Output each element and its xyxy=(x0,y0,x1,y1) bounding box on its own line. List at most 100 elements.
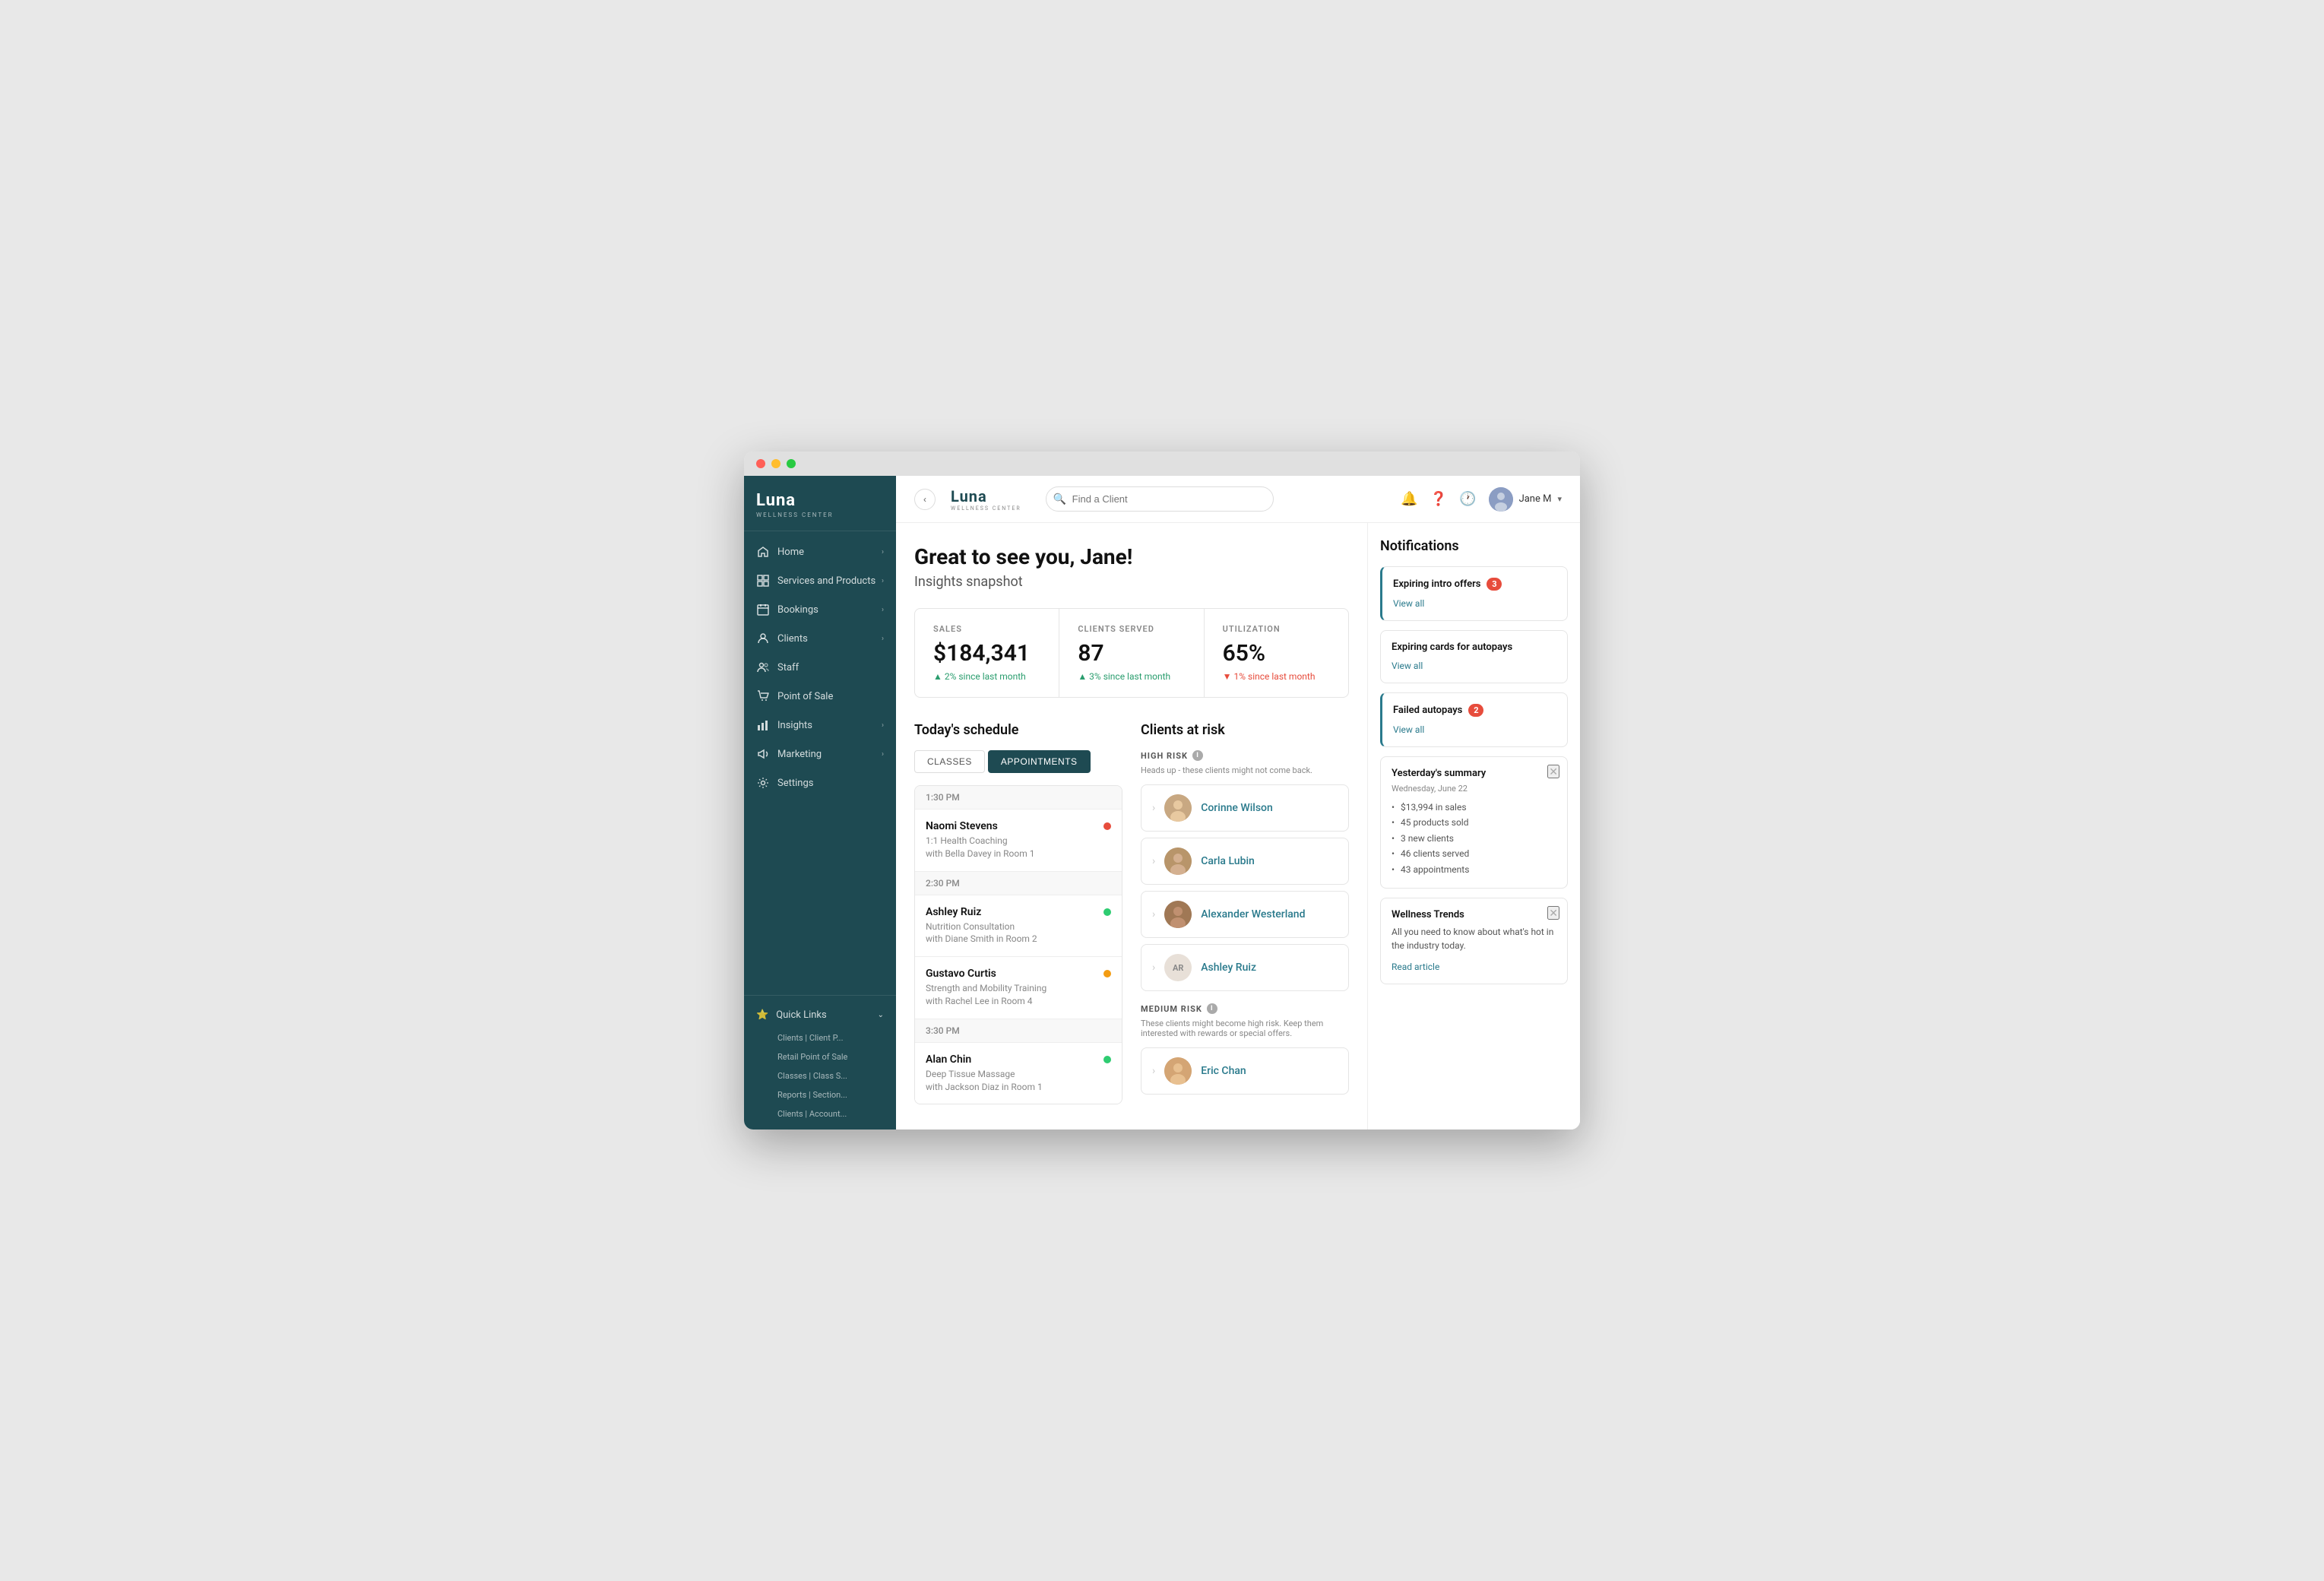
tab-classes[interactable]: CLASSES xyxy=(914,750,985,773)
header-logo-name: Luna xyxy=(951,487,1021,505)
notif-summary-title: Yesterday's summary xyxy=(1392,768,1556,779)
notif-date: Wednesday, June 22 xyxy=(1392,784,1556,794)
avatar xyxy=(1164,901,1192,928)
risk-client-name: Corinne Wilson xyxy=(1201,802,1273,814)
stat-clients-change: ▲ 3% since last month xyxy=(1078,671,1185,682)
sidebar-item-clients[interactable]: Clients › xyxy=(744,624,896,653)
risk-item-ashley-ruiz[interactable]: › AR Ashley Ruiz xyxy=(1141,944,1349,991)
quick-link-reports[interactable]: Reports | Section... xyxy=(744,1085,896,1104)
content-area: Great to see you, Jane! Insights snapsho… xyxy=(896,523,1580,1130)
chevron-right-icon: › xyxy=(1152,962,1155,974)
schedule-detail: Nutrition Consultation with Diane Smith … xyxy=(926,920,1103,946)
logo-name: Luna xyxy=(756,491,884,510)
browser-dot-green xyxy=(787,459,796,468)
help-icon[interactable]: ❓ xyxy=(1430,491,1447,507)
notif-view-all-link[interactable]: View all xyxy=(1393,598,1424,609)
notifications-bell-icon[interactable]: 🔔 xyxy=(1401,491,1417,507)
quick-link-account[interactable]: Clients | Account... xyxy=(744,1104,896,1123)
user-menu[interactable]: Jane M ▾ xyxy=(1489,487,1562,512)
chevron-right-icon: › xyxy=(882,635,884,643)
status-dot-green xyxy=(1103,1056,1111,1063)
chevron-right-icon: › xyxy=(1152,908,1155,920)
stat-sales: SALES $184,341 ▲ 2% since last month xyxy=(915,609,1059,697)
read-article-link[interactable]: Read article xyxy=(1392,962,1439,972)
bullet-appointments: 43 appointments xyxy=(1392,862,1556,877)
top-header: ‹ Luna WELLNESS CENTER 🔍 🔔 ❓ 🕐 xyxy=(896,476,1580,523)
risk-section: Clients at risk HIGH RISK i Heads up - t… xyxy=(1141,722,1349,1104)
sidebar-item-marketing[interactable]: Marketing › xyxy=(744,740,896,768)
schedule-item-ashley[interactable]: Ashley Ruiz Nutrition Consultation with … xyxy=(915,895,1122,958)
chevron-right-icon: › xyxy=(1152,855,1155,867)
high-risk-subtitle: Heads up - these clients might not come … xyxy=(1141,765,1349,775)
stat-util-label: UTILIZATION xyxy=(1223,624,1330,634)
chevron-right-icon: › xyxy=(882,577,884,585)
sidebar-item-settings[interactable]: Settings xyxy=(744,768,896,797)
user-dropdown-chevron: ▾ xyxy=(1557,494,1562,504)
risk-item-alexander[interactable]: › Alexander Westerland xyxy=(1141,891,1349,938)
bullet-products: 45 products sold xyxy=(1392,815,1556,830)
notif-failed-autopays-title: Failed autopays 2 xyxy=(1393,704,1556,717)
stat-sales-label: SALES xyxy=(933,624,1040,634)
chevron-down-icon: ⌄ xyxy=(878,1011,884,1019)
medium-risk-label: MEDIUM RISK i xyxy=(1141,1003,1349,1014)
schedule-item-gustavo[interactable]: Gustavo Curtis Strength and Mobility Tra… xyxy=(915,957,1122,1019)
sidebar-item-staff[interactable]: Staff xyxy=(744,653,896,682)
risk-item-carla[interactable]: › Carla Lubin xyxy=(1141,838,1349,885)
quick-links-header[interactable]: ⭐ Quick Links ⌄ xyxy=(744,1002,896,1028)
notif-view-all-link[interactable]: View all xyxy=(1393,724,1424,735)
wellness-description: All you need to know about what's hot in… xyxy=(1392,925,1556,952)
collapse-sidebar-button[interactable]: ‹ xyxy=(914,489,936,510)
user-name: Jane M xyxy=(1519,493,1552,505)
tab-appointments[interactable]: APPOINTMENTS xyxy=(988,750,1091,773)
notif-badge: 2 xyxy=(1468,704,1483,717)
time-divider-330: 3:30 PM xyxy=(915,1019,1122,1043)
time-divider-230: 2:30 PM xyxy=(915,872,1122,895)
schedule-item-alan[interactable]: Alan Chin Deep Tissue Massage with Jacks… xyxy=(915,1043,1122,1104)
risk-title: Clients at risk xyxy=(1141,722,1349,738)
medium-risk-subtitle: These clients might become high risk. Ke… xyxy=(1141,1019,1349,1038)
bullet-new-clients: 3 new clients xyxy=(1392,831,1556,846)
browser-dot-red xyxy=(756,459,765,468)
quick-link-retail[interactable]: Retail Point of Sale xyxy=(744,1047,896,1066)
schedule-title: Today's schedule xyxy=(914,722,1122,738)
risk-item-eric[interactable]: › Eric Chan xyxy=(1141,1047,1349,1095)
schedule-name: Ashley Ruiz xyxy=(926,906,1103,918)
notif-view-all-link[interactable]: View all xyxy=(1392,661,1423,671)
close-button[interactable]: ✕ xyxy=(1547,906,1559,920)
risk-client-name: Alexander Westerland xyxy=(1201,908,1305,920)
status-dot-yellow xyxy=(1103,970,1111,977)
search-input[interactable] xyxy=(1046,486,1274,512)
history-icon[interactable]: 🕐 xyxy=(1459,491,1476,507)
risk-item-corinne[interactable]: › Corinne Wilson xyxy=(1141,784,1349,832)
avatar xyxy=(1164,1057,1192,1085)
sidebar-item-insights[interactable]: Insights › xyxy=(744,711,896,740)
notif-expiring-cards: Expiring cards for autopays View all xyxy=(1380,630,1568,683)
sidebar-item-pos-label: Point of Sale xyxy=(777,691,833,702)
notif-expiring-intro: Expiring intro offers 3 View all xyxy=(1380,566,1568,621)
schedule-info: Alan Chin Deep Tissue Massage with Jacks… xyxy=(926,1053,1103,1094)
page-greeting: Great to see you, Jane! xyxy=(914,544,1349,569)
risk-info-icon: i xyxy=(1207,1003,1217,1014)
quick-link-clients[interactable]: Clients | Client P... xyxy=(744,1028,896,1047)
chevron-right-icon: › xyxy=(1152,1065,1155,1077)
quick-links-label: Quick Links xyxy=(776,1009,827,1021)
chevron-right-icon: › xyxy=(882,548,884,556)
stat-sales-change: ▲ 2% since last month xyxy=(933,671,1040,682)
header-logo: Luna WELLNESS CENTER xyxy=(951,487,1021,512)
time-divider-130: 1:30 PM xyxy=(915,786,1122,810)
status-dot-green xyxy=(1103,908,1111,916)
chevron-right-icon: › xyxy=(1152,802,1155,814)
avatar xyxy=(1164,794,1192,822)
sidebar-item-home[interactable]: Home › xyxy=(744,537,896,566)
close-button[interactable]: ✕ xyxy=(1547,765,1559,778)
notif-failed-autopays: Failed autopays 2 View all xyxy=(1380,692,1568,747)
sidebar-item-pos[interactable]: Point of Sale xyxy=(744,682,896,711)
schedule-item-naomi[interactable]: Naomi Stevens 1:1 Health Coaching with B… xyxy=(915,810,1122,872)
sidebar-item-bookings[interactable]: Bookings › xyxy=(744,595,896,624)
notif-badge: 3 xyxy=(1487,578,1502,591)
schedule-list: 1:30 PM Naomi Stevens 1:1 Health Coachin… xyxy=(914,785,1122,1104)
sidebar-item-services[interactable]: Services and Products › xyxy=(744,566,896,595)
schedule-name: Gustavo Curtis xyxy=(926,968,1103,980)
sidebar-item-staff-label: Staff xyxy=(777,662,799,673)
quick-link-classes[interactable]: Classes | Class S... xyxy=(744,1066,896,1085)
